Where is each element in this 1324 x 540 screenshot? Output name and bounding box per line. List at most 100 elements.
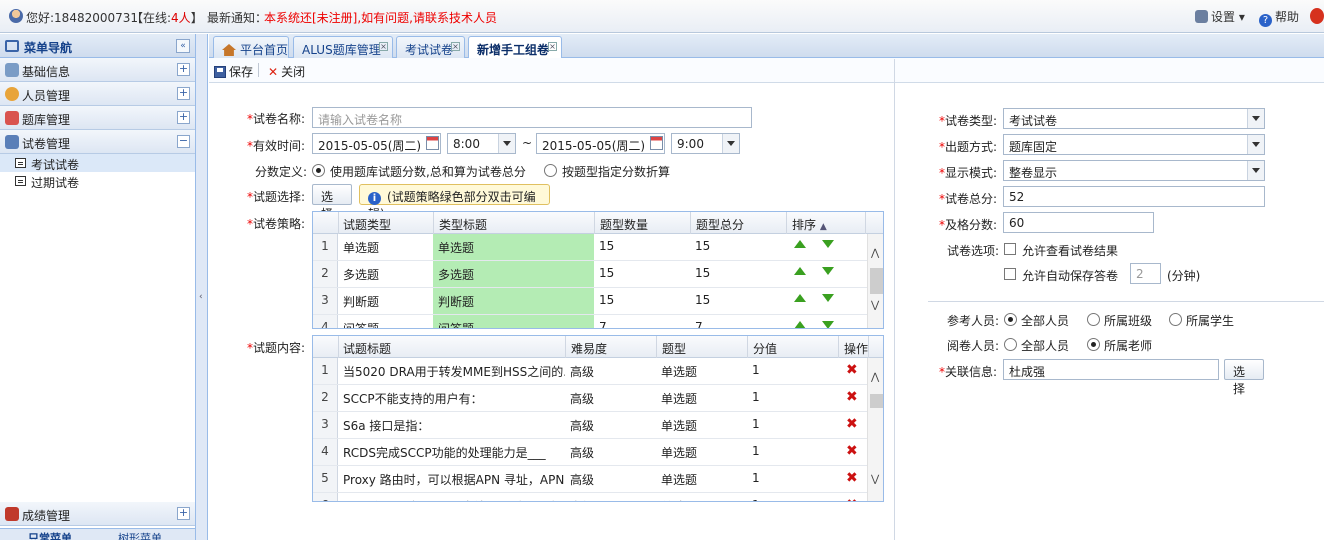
collapse-sidebar-button[interactable]: « [176, 39, 190, 53]
table-row[interactable]: 4 问答题 问答题 7 7 [313, 315, 868, 328]
tab-new-manual-paper[interactable]: 新增手工组卷 × [468, 36, 562, 59]
linked-info-select-button[interactable]: 选择 [1224, 359, 1264, 396]
column-header[interactable]: 题型 [662, 340, 686, 357]
sidebar-item-basic-info[interactable]: 基础信息 + [0, 58, 195, 82]
table-row[interactable]: 2 SCCP不能支持的用户有： 高级 单选题 1 ✖ [313, 385, 868, 412]
participants-students-radio[interactable] [1169, 313, 1182, 326]
scroll-thumb[interactable] [870, 394, 883, 408]
participants-all-radio[interactable] [1004, 313, 1017, 326]
grader-all-radio[interactable] [1004, 338, 1017, 351]
close-tab-icon[interactable]: × [451, 42, 460, 51]
close-tab-icon[interactable]: × [379, 42, 388, 51]
tab-common-menu[interactable]: 只常菜单 [28, 530, 72, 540]
tab-home[interactable]: 平台首页 [213, 36, 289, 58]
move-down-icon[interactable] [822, 294, 834, 302]
scroll-thumb[interactable] [870, 268, 883, 294]
title-cell[interactable]: 多选题 [433, 261, 594, 287]
linked-info-input[interactable]: 杜成强 [1003, 359, 1219, 380]
participants-class-radio[interactable] [1087, 313, 1100, 326]
expand-icon[interactable]: + [177, 87, 190, 100]
expand-icon[interactable]: + [177, 63, 190, 76]
expand-icon[interactable]: + [177, 507, 190, 520]
notice-text[interactable]: 本系统还[未注册],如有问题,请联系技术人员 [264, 9, 497, 26]
column-header[interactable]: 题型数量 [600, 216, 648, 233]
sidebar-subitem-exam-papers[interactable]: 考试试卷 [0, 154, 195, 172]
sidebar-item-question-bank[interactable]: 题库管理 + [0, 106, 195, 130]
score-use-bank-radio[interactable] [312, 164, 325, 177]
start-time-select[interactable]: 8:00 [447, 133, 516, 154]
grader-teachers-radio[interactable] [1087, 338, 1100, 351]
move-up-icon[interactable] [794, 321, 806, 328]
sort-column-header[interactable]: 排序 ▲ [792, 216, 827, 233]
exit-icon[interactable] [1310, 8, 1324, 24]
move-up-icon[interactable] [794, 294, 806, 302]
display-mode-select[interactable]: 整卷显示 [1003, 160, 1265, 181]
table-row[interactable]: 1 当5020 DRA用于转发MME到HSS之间的... 高级 单选题 1 ✖ [313, 358, 868, 385]
column-header[interactable]: 分值 [753, 340, 777, 357]
allow-autosave-checkbox[interactable] [1004, 268, 1016, 280]
calendar-icon[interactable] [650, 136, 663, 150]
move-down-icon[interactable] [822, 267, 834, 275]
sidebar-item-paper-management[interactable]: 试卷管理 − [0, 130, 195, 154]
save-button[interactable]: 保存 [214, 63, 253, 80]
column-header[interactable]: 试题标题 [343, 340, 391, 357]
table-row[interactable]: 4 RCDS完成SCCP功能的处理能力是___ 高级 单选题 1 ✖ [313, 439, 868, 466]
autosave-minutes-input[interactable]: 2 [1130, 263, 1161, 284]
column-header[interactable]: 难易度 [571, 340, 607, 357]
end-time-select[interactable]: 9:00 [671, 133, 740, 154]
title-cell[interactable]: 单选题 [433, 234, 594, 260]
strategy-scrollbar[interactable]: ⋀ ⋁ [867, 234, 883, 328]
sidebar-item-personnel[interactable]: 人员管理 + [0, 82, 195, 106]
title-cell[interactable]: 判断题 [433, 288, 594, 314]
column-header[interactable]: 试题类型 [343, 216, 391, 233]
total-score-input[interactable]: 52 [1003, 186, 1265, 207]
move-up-icon[interactable] [794, 240, 806, 248]
settings-menu[interactable]: 设置 ▾ [1195, 8, 1245, 25]
table-row[interactable]: 3 判断题 判断题 15 15 [313, 288, 868, 315]
chevron-down-icon[interactable] [722, 134, 739, 153]
tab-exam-papers[interactable]: 考试试卷 × [396, 36, 465, 58]
paper-name-input[interactable]: 请输入试卷名称 [312, 107, 752, 128]
scroll-up-icon[interactable]: ⋀ [871, 372, 879, 383]
chevron-down-icon[interactable] [1247, 161, 1264, 180]
select-questions-button[interactable]: 选择 [312, 184, 352, 221]
column-header[interactable]: 类型标题 [439, 216, 487, 233]
calendar-icon[interactable] [426, 136, 439, 150]
scroll-down-icon[interactable]: ⋁ [871, 474, 879, 485]
tab-tree-menu[interactable]: 树形菜单 [118, 530, 162, 540]
move-down-icon[interactable] [822, 240, 834, 248]
delete-icon[interactable]: ✖ [846, 497, 858, 501]
close-tab-icon[interactable]: × [548, 42, 557, 51]
move-up-icon[interactable] [794, 267, 806, 275]
scroll-up-icon[interactable]: ⋀ [871, 248, 879, 259]
table-row[interactable]: 1 单选题 单选题 15 15 [313, 234, 868, 261]
scroll-down-icon[interactable]: ⋁ [871, 300, 879, 311]
delete-icon[interactable]: ✖ [846, 389, 858, 405]
table-row[interactable]: 2 多选题 多选题 15 15 [313, 261, 868, 288]
table-row[interactable]: 3 S6a 接口是指： 高级 单选题 1 ✖ [313, 412, 868, 439]
content-scrollbar[interactable]: ⋀ ⋁ [867, 358, 883, 501]
delete-icon[interactable]: ✖ [846, 362, 858, 378]
start-date-input[interactable]: 2015-05-05(周二) [312, 133, 441, 154]
expand-icon[interactable]: + [177, 111, 190, 124]
table-row[interactable]: 5 Proxy 路由时，可以根据APN 寻址，APN... 高级 单选题 1 ✖ [313, 466, 868, 493]
paper-type-select[interactable]: 考试试卷 [1003, 108, 1265, 129]
close-button[interactable]: ✕ 关闭 [268, 63, 305, 80]
chevron-down-icon[interactable] [498, 134, 515, 153]
title-cell[interactable]: 问答题 [433, 315, 594, 328]
allow-view-results-checkbox[interactable] [1004, 243, 1016, 255]
sidebar-item-scores[interactable]: 成绩管理 + [0, 502, 195, 526]
pass-score-input[interactable]: 60 [1003, 212, 1154, 233]
score-by-type-radio[interactable] [544, 164, 557, 177]
column-header[interactable]: 题型总分 [696, 216, 744, 233]
chevron-down-icon[interactable] [1247, 135, 1264, 154]
delete-icon[interactable]: ✖ [846, 416, 858, 432]
tab-alus-bank[interactable]: ALUS题库管理 × [293, 36, 393, 58]
delete-icon[interactable]: ✖ [846, 470, 858, 486]
sidebar-splitter[interactable]: ‹ [196, 34, 208, 540]
end-date-input[interactable]: 2015-05-05(周二) [536, 133, 665, 154]
help-link[interactable]: ? 帮助 [1259, 8, 1299, 27]
table-row[interactable]: 6 MOC和SGS之间用___由端，识别，分路 高级 单选题 1 ✖ [313, 493, 868, 501]
sidebar-subitem-expired-papers[interactable]: 过期试卷 [0, 172, 195, 190]
question-mode-select[interactable]: 题库固定 [1003, 134, 1265, 155]
